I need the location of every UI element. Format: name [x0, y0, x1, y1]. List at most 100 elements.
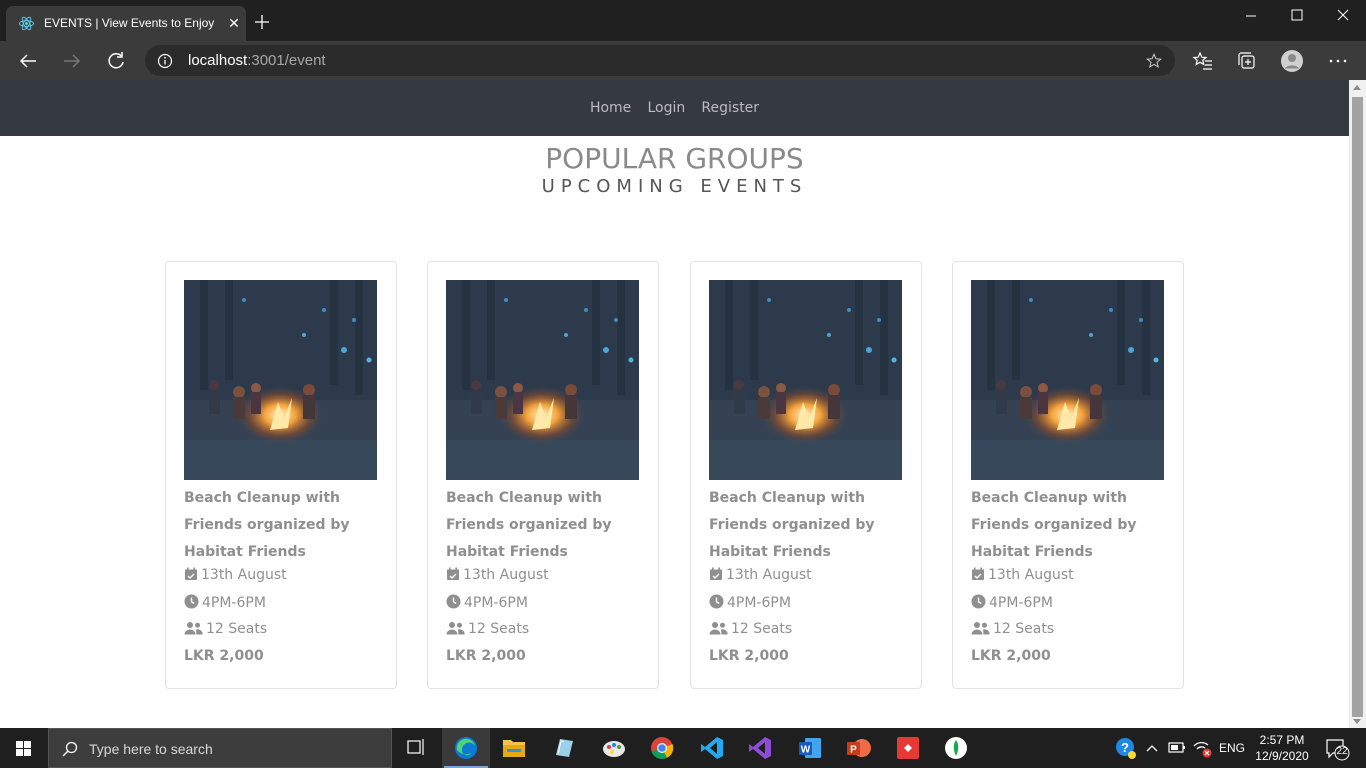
scroll-down-arrow-icon[interactable]	[1353, 719, 1361, 724]
event-image[interactable]	[709, 280, 902, 480]
page-heading: POPULAR GROUPS	[545, 142, 804, 175]
event-card[interactable]: Beach Cleanup with Friends organized by …	[165, 261, 397, 689]
event-time-text: 4PM-6PM	[202, 595, 266, 611]
anydesk-app-icon[interactable]	[884, 728, 932, 768]
react-favicon-icon	[18, 16, 35, 31]
notepad-app-icon[interactable]	[540, 728, 588, 768]
windows-taskbar: Type here to search W P ? ENG 2:57 PM 12…	[0, 728, 1366, 768]
clock-icon	[709, 594, 724, 609]
event-price: LKR 2,000	[446, 648, 526, 664]
page-subheading: UPCOMING EVENTS	[541, 176, 808, 197]
event-title[interactable]: Beach Cleanup with Friends organized by …	[184, 485, 384, 566]
event-card[interactable]: Beach Cleanup with Friends organized by …	[427, 261, 659, 689]
event-seats-text: 12 Seats	[206, 621, 268, 637]
search-icon	[62, 741, 78, 757]
browser-tab-active[interactable]: EVENTS | View Events to Enjoy ✕	[6, 6, 246, 41]
url-text[interactable]: localhost:3001/event	[188, 52, 326, 69]
collections-icon[interactable]	[1235, 49, 1259, 73]
search-placeholder: Type here to search	[89, 741, 213, 757]
tab-title: EVENTS | View Events to Enjoy	[44, 16, 215, 30]
event-seats: 12 Seats	[709, 621, 792, 637]
event-time-text: 4PM-6PM	[464, 595, 528, 611]
event-title[interactable]: Beach Cleanup with Friends organized by …	[709, 485, 909, 566]
paint-app-icon[interactable]	[590, 728, 638, 768]
browser-titlebar: EVENTS | View Events to Enjoy ✕	[0, 0, 1366, 41]
nav-link-login[interactable]: Login	[647, 100, 685, 116]
event-seats: 12 Seats	[184, 621, 267, 637]
event-image[interactable]	[184, 280, 377, 480]
nav-link-register[interactable]: Register	[701, 100, 759, 116]
back-arrow-icon[interactable]	[16, 49, 40, 73]
tab-close-icon[interactable]: ✕	[224, 13, 244, 33]
show-hidden-icons-chevron-icon[interactable]	[1142, 728, 1162, 768]
visual-studio-icon[interactable]	[736, 728, 784, 768]
powerpoint-app-icon[interactable]: P	[834, 728, 882, 768]
profile-avatar-icon[interactable]	[1280, 49, 1304, 73]
clock-date: 12/9/2020	[1255, 749, 1309, 763]
browser-toolbar: localhost:3001/event	[0, 41, 1366, 80]
forward-arrow-icon[interactable]	[60, 49, 84, 73]
clock-icon	[971, 594, 986, 609]
event-time-text: 4PM-6PM	[727, 595, 791, 611]
edge-browser-icon	[455, 737, 477, 759]
favorites-icon[interactable]	[1191, 49, 1215, 73]
calendar-check-icon	[710, 567, 722, 580]
language-indicator[interactable]: ENG	[1219, 741, 1245, 755]
event-seats-text: 12 Seats	[731, 621, 793, 637]
event-title[interactable]: Beach Cleanup with Friends organized by …	[446, 485, 646, 566]
notification-count-badge: 22	[1336, 746, 1348, 757]
address-bar[interactable]: localhost:3001/event	[145, 45, 1175, 76]
event-time-text: 4PM-6PM	[989, 595, 1053, 611]
chrome-browser-icon[interactable]	[638, 728, 686, 768]
svg-text:P: P	[850, 745, 857, 756]
maximize-icon[interactable]	[1274, 0, 1320, 32]
event-image[interactable]	[971, 280, 1164, 480]
event-seats-text: 12 Seats	[993, 621, 1055, 637]
event-price: LKR 2,000	[709, 648, 789, 664]
page-scrollbar[interactable]	[1349, 80, 1366, 728]
refresh-icon[interactable]	[104, 49, 128, 73]
task-view-icon[interactable]	[392, 728, 440, 768]
more-menu-icon[interactable]	[1326, 49, 1350, 73]
word-app-icon[interactable]: W	[786, 728, 834, 768]
windows-start-icon[interactable]	[0, 728, 48, 768]
scroll-up-arrow-icon[interactable]	[1353, 85, 1361, 90]
campfire-photo	[971, 280, 1164, 480]
minimize-icon[interactable]	[1228, 0, 1274, 32]
campfire-photo	[446, 280, 639, 480]
users-icon	[971, 622, 990, 635]
close-window-icon[interactable]	[1320, 0, 1366, 32]
scroll-thumb[interactable]	[1352, 97, 1363, 717]
event-time: 4PM-6PM	[184, 594, 266, 611]
event-card[interactable]: Beach Cleanup with Friends organized by …	[690, 261, 922, 689]
file-explorer-icon[interactable]	[490, 728, 538, 768]
event-price: LKR 2,000	[184, 648, 264, 664]
site-navbar: Home Login Register	[0, 80, 1349, 136]
event-seats-text: 12 Seats	[468, 621, 530, 637]
event-image[interactable]	[446, 280, 639, 480]
nav-link-home[interactable]: Home	[590, 100, 631, 116]
help-icon[interactable]: ?	[1112, 728, 1140, 768]
mongodb-compass-icon[interactable]	[932, 728, 980, 768]
page-viewport: Home Login Register POPULAR GROUPS UPCOM…	[0, 80, 1349, 728]
calendar-check-icon	[447, 567, 459, 580]
event-date-text: 13th August	[988, 567, 1074, 583]
taskbar-search-box[interactable]: Type here to search	[48, 728, 392, 768]
event-seats: 12 Seats	[446, 621, 529, 637]
taskbar-edge-app[interactable]	[442, 728, 490, 768]
clock-icon	[184, 594, 199, 609]
vscode-app-icon[interactable]	[688, 728, 736, 768]
event-card[interactable]: Beach Cleanup with Friends organized by …	[952, 261, 1184, 689]
new-tab-icon[interactable]	[252, 12, 272, 32]
info-icon[interactable]	[157, 53, 173, 69]
event-date: 13th August	[446, 567, 549, 583]
event-date-text: 13th August	[201, 567, 287, 583]
taskbar-clock[interactable]: 2:57 PM 12/9/2020	[1250, 732, 1314, 764]
calendar-check-icon	[185, 567, 197, 580]
favorite-star-icon[interactable]	[1145, 52, 1163, 70]
event-title[interactable]: Beach Cleanup with Friends organized by …	[971, 485, 1171, 566]
campfire-photo	[709, 280, 902, 480]
network-disconnected-icon[interactable]	[1190, 728, 1214, 768]
users-icon	[184, 622, 203, 635]
battery-icon[interactable]	[1166, 728, 1188, 768]
